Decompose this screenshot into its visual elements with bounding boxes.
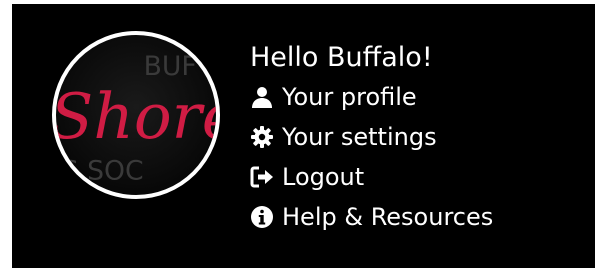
avatar-logo-script-text: Shore <box>56 80 216 153</box>
menu-item-label: Your settings <box>282 123 437 151</box>
avatar-logo-image: BUF Shore S SOC <box>56 51 216 187</box>
avatar-logo-top-text: BUF <box>144 51 197 82</box>
account-panel: BUF Shore S SOC Hello Buffalo! Your prof… <box>12 4 595 268</box>
menu-item-label: Help & Resources <box>282 203 494 231</box>
menu-item-logout[interactable]: Logout <box>250 157 590 197</box>
avatar-logo-bottom-text: S SOC <box>62 156 144 187</box>
account-menu: Hello Buffalo! Your profile Your setting… <box>250 39 590 237</box>
menu-item-label: Your profile <box>282 83 417 111</box>
menu-item-your-profile[interactable]: Your profile <box>250 77 590 117</box>
user-icon <box>250 85 274 109</box>
gear-icon <box>250 125 274 149</box>
logout-icon <box>250 165 274 189</box>
menu-item-label: Logout <box>282 163 365 191</box>
avatar[interactable]: BUF Shore S SOC <box>52 31 220 199</box>
info-icon <box>250 205 274 229</box>
menu-item-your-settings[interactable]: Your settings <box>250 117 590 157</box>
greeting-text: Hello Buffalo! <box>250 42 433 73</box>
menu-item-help-resources[interactable]: Help & Resources <box>250 197 590 237</box>
